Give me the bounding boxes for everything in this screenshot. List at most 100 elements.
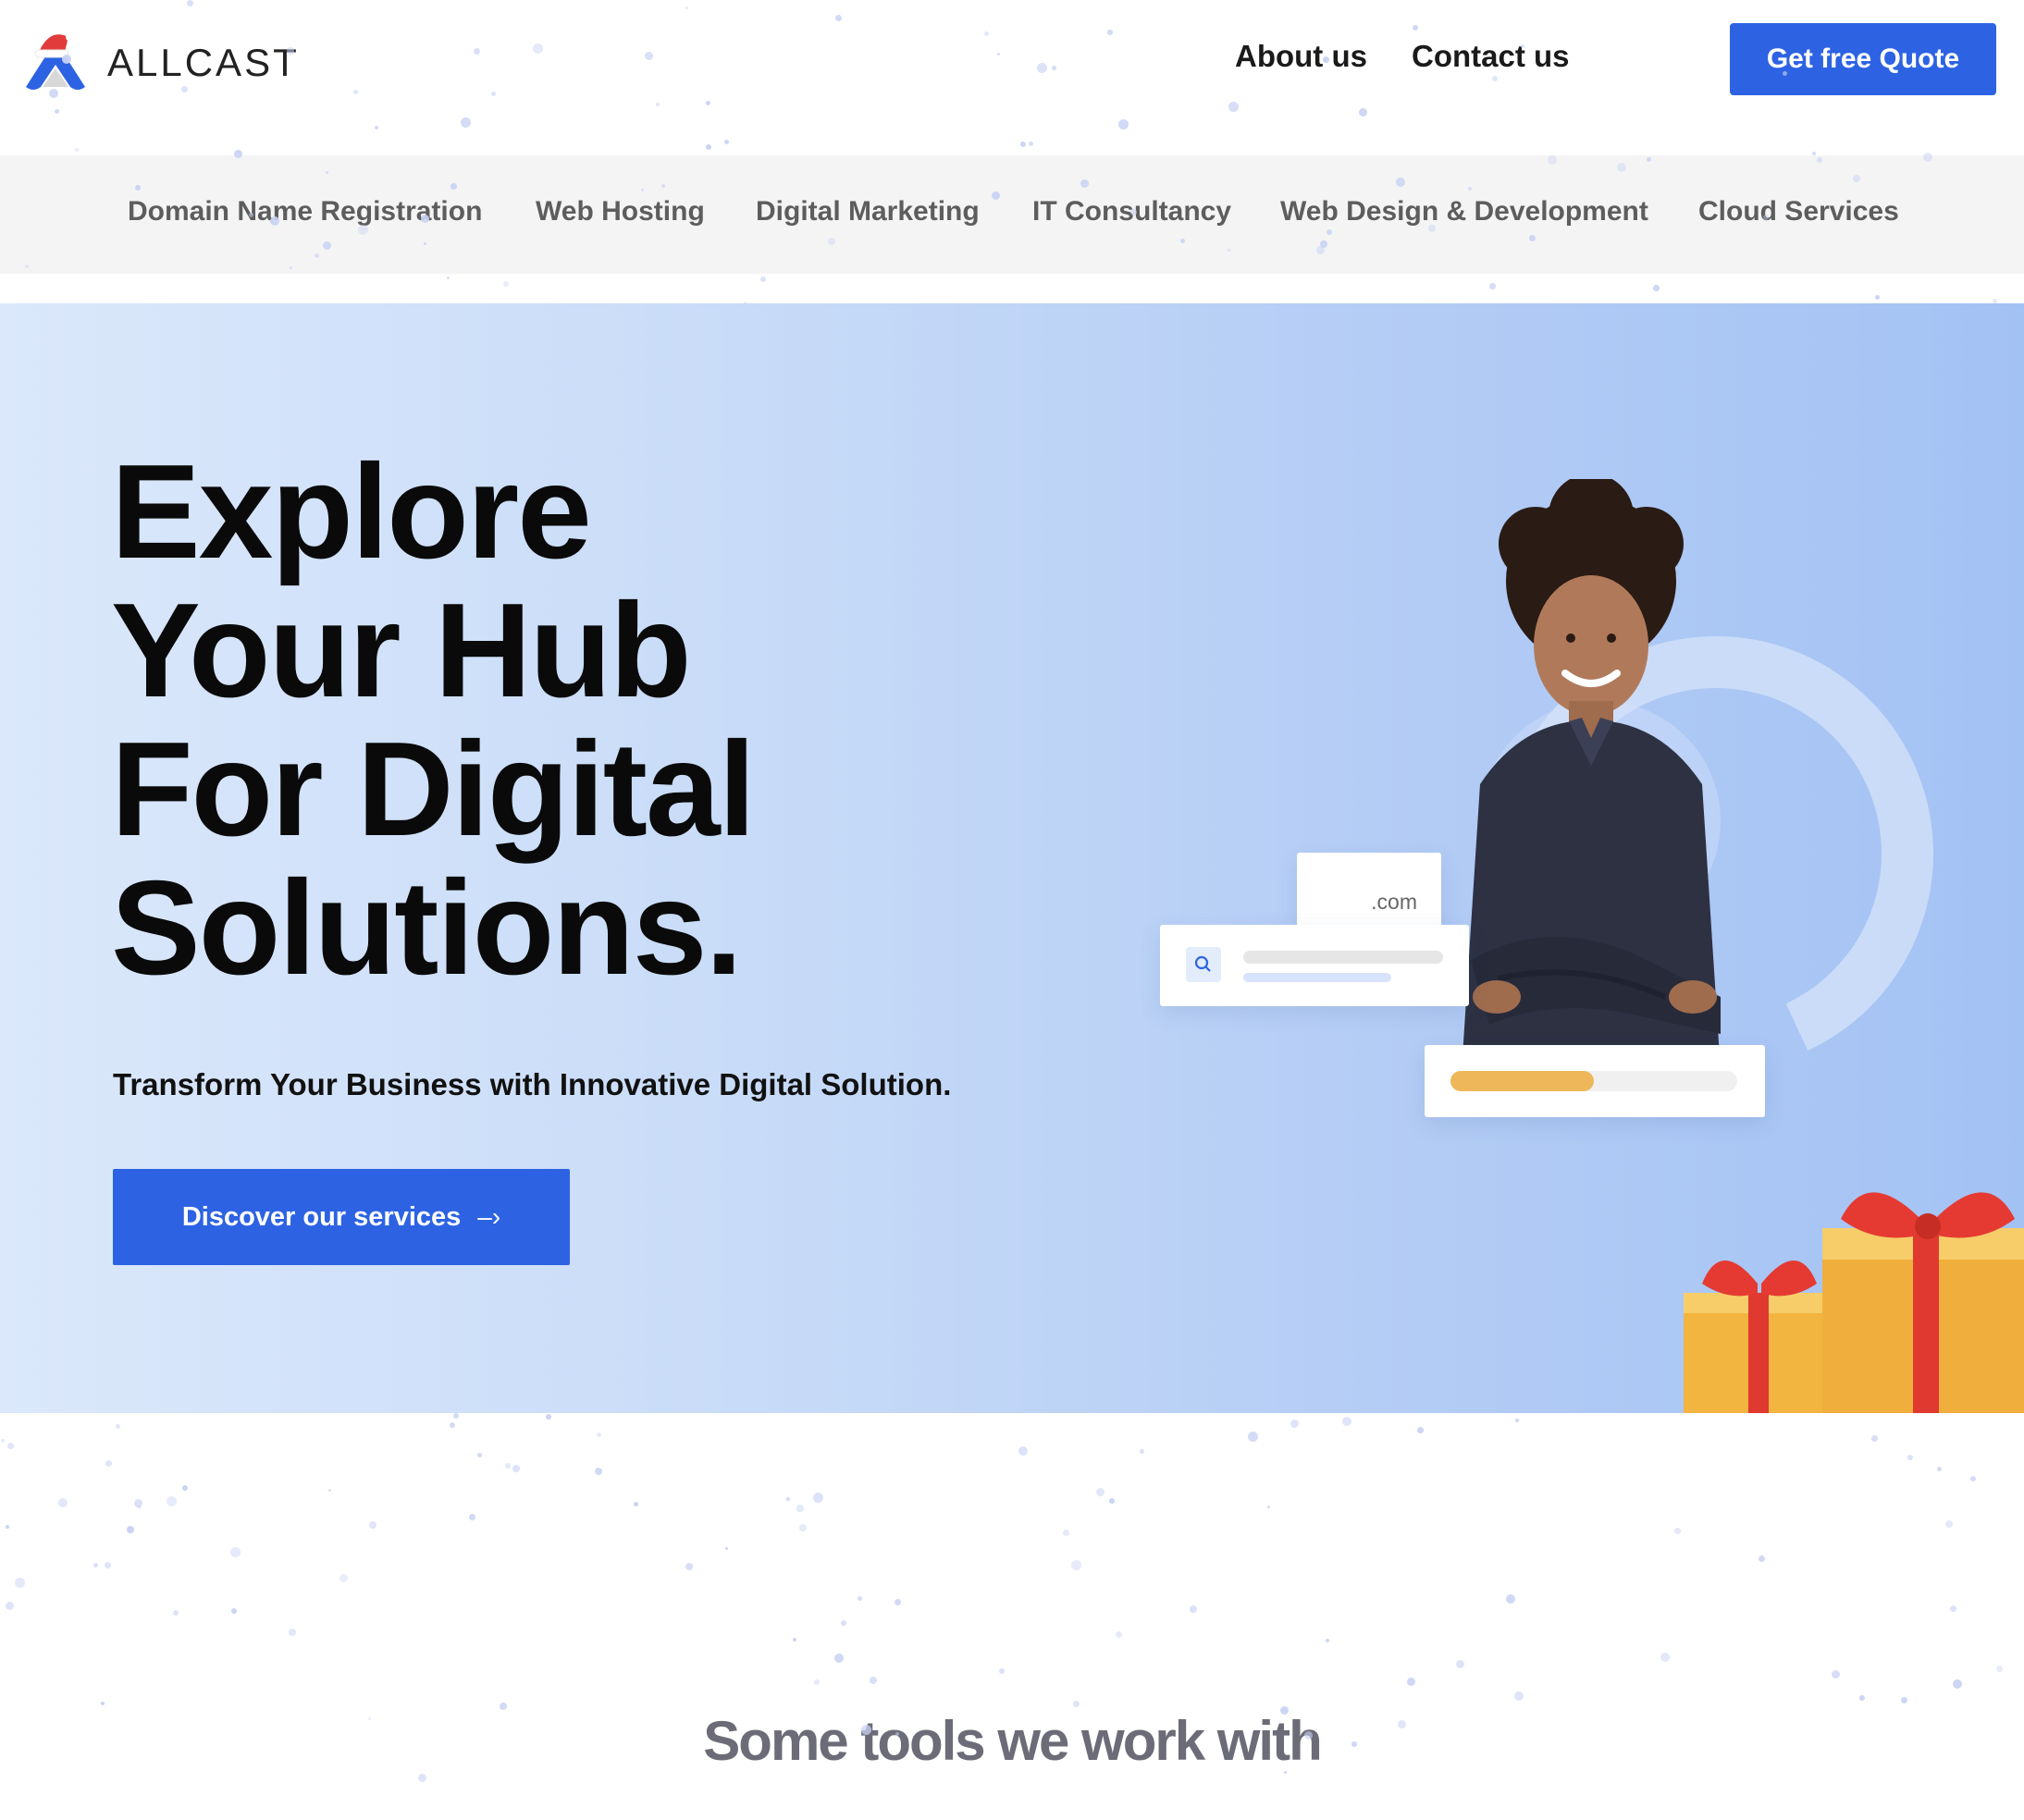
hero-title-line: Your Hub (111, 575, 692, 725)
snowflake (93, 1563, 98, 1568)
hero-title-line: For Digital (111, 714, 756, 864)
snowflake (1953, 1679, 1962, 1689)
snowflake (1875, 295, 1880, 300)
snowflake (597, 1433, 601, 1437)
snowflake (796, 1505, 804, 1512)
snowflake (1407, 1678, 1415, 1686)
tools-heading: Some tools we work with (703, 1710, 1322, 1772)
snowflake (799, 1524, 807, 1531)
snowflake (1096, 1488, 1105, 1496)
snowflake (834, 1654, 844, 1663)
service-web-design[interactable]: Web Design & Development (1280, 196, 1648, 228)
search-icon (1186, 947, 1221, 982)
service-it-consultancy[interactable]: IT Consultancy (1032, 196, 1231, 228)
snowflake (469, 1514, 475, 1520)
snowflake (418, 1774, 426, 1782)
domain-card: .com (1297, 853, 1441, 932)
discover-services-button[interactable]: Discover our services –› (113, 1169, 570, 1265)
nav-contact-us[interactable]: Contact us (1412, 39, 1570, 74)
placeholder-line (1243, 973, 1391, 982)
snowflake (477, 1453, 482, 1457)
snowflake (1996, 1666, 2003, 1672)
snowflake (1514, 1691, 1524, 1701)
snowflake (134, 1499, 142, 1507)
snowflake (895, 1599, 901, 1605)
snowflake (7, 1443, 14, 1449)
snowflake (1937, 1467, 1942, 1471)
snowflake (1116, 1631, 1122, 1638)
snowflake (328, 1489, 331, 1492)
snowflake (15, 1578, 25, 1588)
snowflake (1859, 1695, 1865, 1701)
snowflake (182, 1485, 188, 1491)
progress-fill (1450, 1071, 1594, 1091)
nav-about-us[interactable]: About us (1235, 39, 1367, 74)
snowflake (999, 1668, 1005, 1674)
service-web-hosting[interactable]: Web Hosting (536, 196, 705, 228)
snowflake (1, 1439, 5, 1443)
service-domain-registration[interactable]: Domain Name Registration (128, 196, 482, 228)
snowflake (127, 1526, 134, 1533)
snowflake (230, 1547, 241, 1557)
snowflake (1660, 1653, 1670, 1662)
snowflake (1248, 1432, 1258, 1442)
hero-title-line: Explore (111, 437, 592, 586)
gift-boxes-illustration (1684, 1192, 2024, 1413)
snowflake (813, 1493, 823, 1503)
domain-extension: .com (1371, 890, 1417, 914)
snowflake (1456, 1660, 1464, 1668)
snowflake (453, 1413, 459, 1419)
placeholder-line (1243, 951, 1443, 964)
snowflake (1759, 1556, 1765, 1562)
snowflake (841, 1620, 846, 1626)
snowflake (1970, 1476, 1976, 1482)
snowflake (685, 1563, 693, 1570)
get-free-quote-button[interactable]: Get free Quote (1730, 23, 1996, 95)
snowflake (1871, 1435, 1878, 1442)
hero-title: Explore Your Hub For Digital Solutions. (111, 442, 944, 997)
snowflake (858, 1596, 862, 1601)
snowflake (1290, 1420, 1299, 1428)
snowflake (1063, 1530, 1069, 1536)
snowflake (793, 1638, 796, 1642)
snowflake (1342, 1417, 1351, 1426)
snowflake (1326, 1639, 1329, 1642)
logo-icon[interactable] (22, 24, 89, 94)
snowflake (814, 1679, 820, 1685)
snowflake (447, 277, 450, 279)
progress-card (1425, 1045, 1765, 1117)
snowflake (6, 1602, 14, 1610)
snowflake (1071, 1560, 1081, 1570)
snowflake (1653, 285, 1660, 291)
cta-label: Discover our services (181, 1201, 462, 1232)
snowflake (167, 1496, 177, 1506)
snowflake (58, 1498, 68, 1507)
snowflake (595, 1468, 602, 1475)
snowflake (870, 1677, 877, 1684)
site-header: ALLCAST About us Contact us Get free Quo… (0, 0, 2024, 155)
brand-name[interactable]: ALLCAST (107, 41, 300, 85)
snowflake (512, 1465, 520, 1472)
snowflake (1832, 1670, 1840, 1679)
snowflake (173, 1610, 179, 1616)
snowflake (505, 1463, 511, 1469)
snowflake (786, 1497, 790, 1501)
snowflake (1506, 1594, 1515, 1604)
snowflake (1515, 1419, 1519, 1422)
hero-subtitle: Transform Your Business with Innovative … (113, 1067, 952, 1101)
snowflake (1018, 1446, 1028, 1456)
snowflake (105, 1562, 111, 1568)
service-digital-marketing[interactable]: Digital Marketing (756, 196, 980, 228)
snowflake (1073, 1701, 1080, 1707)
hero-title-line: Solutions. (111, 853, 743, 1002)
service-cloud[interactable]: Cloud Services (1698, 196, 1899, 228)
snowflake (1489, 283, 1496, 289)
snowflake (725, 1547, 728, 1550)
snowflake (6, 1525, 9, 1529)
snowflake (760, 277, 766, 282)
snowflake (1950, 1605, 1956, 1612)
snowflake (369, 1521, 376, 1529)
snowflake (1190, 1605, 1197, 1613)
services-menu: Domain Name Registration Web Hosting Dig… (0, 155, 2024, 274)
search-card (1160, 925, 1469, 1006)
